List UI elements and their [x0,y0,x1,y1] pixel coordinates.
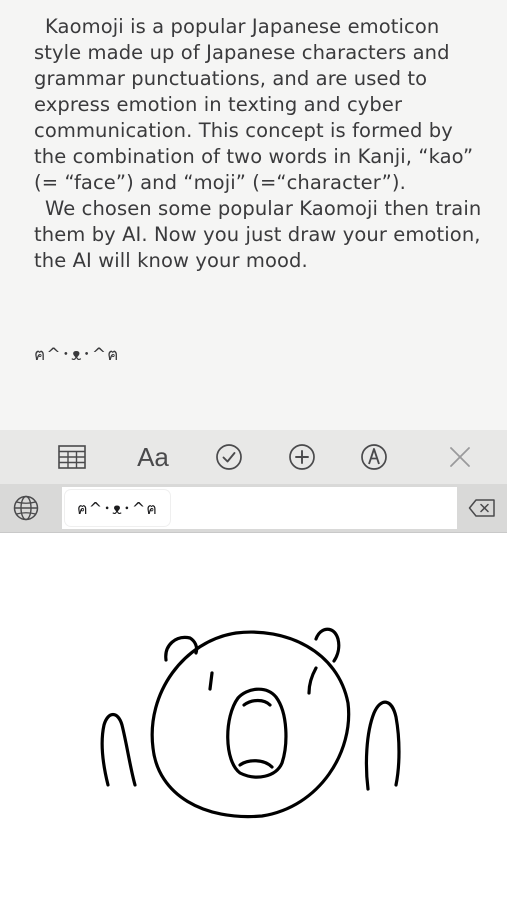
globe-icon[interactable] [0,484,52,532]
mouth-tongue [238,759,274,769]
kaomoji-suggestion[interactable]: ฅ^･ᴥ･^ฅ [65,490,170,526]
mouth-outer [226,687,288,779]
note-paragraph: We chosen some popular Kaomoji then trai… [34,197,482,272]
bear-sketch [100,627,401,819]
left-eye [208,671,214,691]
table-icon[interactable] [52,430,92,484]
backspace-icon[interactable] [457,484,507,532]
bear-head [150,630,351,819]
inserted-kaomoji: ฅ^･ᴥ･^ฅ [34,345,120,365]
close-icon[interactable] [445,430,475,484]
right-eye [307,666,318,695]
notes-toolbar: Aa [0,430,507,484]
format-text-button[interactable]: Aa [130,430,176,484]
drawing-canvas[interactable] [0,533,507,900]
left-paw [100,712,137,787]
mouth-inner-top [242,698,272,707]
note-editor[interactable]: Kaomoji is a popular Japanese emoticon s… [0,0,507,430]
add-icon[interactable] [285,430,319,484]
markup-pen-icon[interactable] [357,430,391,484]
right-paw [364,700,401,791]
keyboard-suggestion-bar: ฅ^･ᴥ･^ฅ [0,484,507,533]
note-paragraph: Kaomoji is a popular Japanese emoticon s… [34,15,474,194]
note-body[interactable]: Kaomoji is a popular Japanese emoticon s… [34,14,484,274]
left-ear [164,635,199,662]
checklist-icon[interactable] [212,430,246,484]
suggestion-strip: ฅ^･ᴥ･^ฅ [62,487,457,529]
format-text-icon: Aa [137,441,169,472]
